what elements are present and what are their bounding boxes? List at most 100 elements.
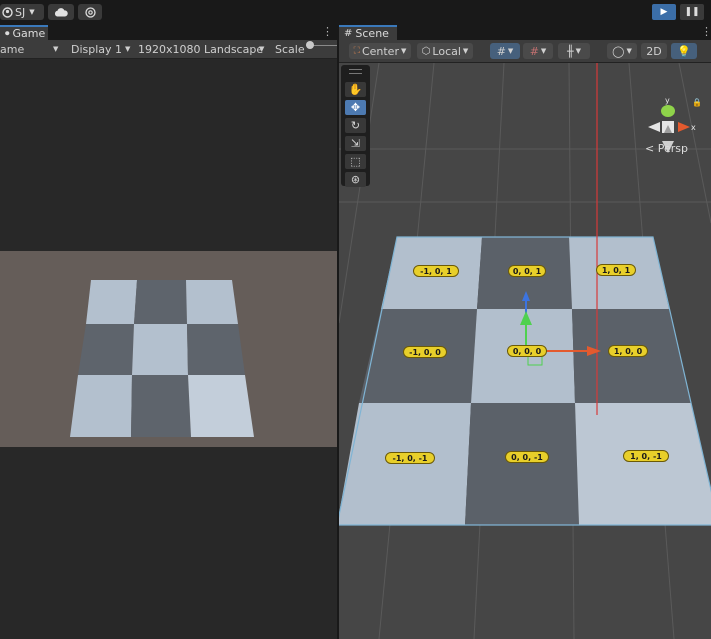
pivot-icon: ⛶ — [353, 46, 360, 56]
scene-toolbar: ⛶ Center ▼ ⬡ Local ▼ # ▼ # ▼ ╫ ▼ ◯ ▼ 2D 💡 — [339, 40, 711, 63]
chevron-down-icon: ▼ — [53, 45, 59, 53]
game-checkerboard — [70, 280, 254, 437]
tile-label: 1, 0, 1 — [596, 264, 636, 276]
pause-button[interactable]: ❚❚ — [680, 4, 704, 20]
cube-icon: ⬡ — [421, 45, 431, 57]
game-tile — [132, 324, 188, 375]
chevron-down-icon: ▼ — [462, 47, 469, 55]
chevron-down-icon: ▼ — [575, 47, 581, 55]
gizmo-y-label: y — [665, 96, 670, 105]
scene-checkerboard — [339, 236, 711, 526]
game-mode-dropdown[interactable]: ame — [0, 43, 24, 56]
game-tab-menu[interactable]: ⋮ — [322, 25, 333, 38]
scale-label: Scale — [275, 42, 305, 56]
grid-snap-icon: # — [496, 44, 506, 58]
collab-button[interactable] — [78, 4, 102, 20]
chevron-down-icon: ▼ — [400, 47, 407, 55]
scale-tool[interactable]: ⇲ — [345, 136, 366, 151]
gizmo-x-cone[interactable] — [678, 122, 690, 132]
collab-icon — [84, 6, 96, 18]
game-tile — [131, 375, 191, 437]
scene-tab-row: # Scene ⋮ — [339, 24, 711, 40]
tile-label: 1, 0, 0 — [608, 345, 648, 357]
space-local-dropdown[interactable]: ⬡ Local ▼ — [417, 43, 473, 59]
snap-toggle-button[interactable]: # ▼ — [523, 43, 553, 59]
projection-label[interactable]: < Persp — [645, 142, 688, 155]
game-tab-row: ⏺ Game ⋮ — [0, 24, 337, 40]
game-tile — [188, 375, 254, 437]
lock-icon[interactable]: 🔒 — [692, 98, 702, 107]
rotate-tool[interactable]: ↻ — [345, 118, 366, 133]
increment-snap-icon: ╫ — [566, 44, 574, 58]
tab-game[interactable]: ⏺ Game — [0, 25, 48, 40]
tile-label: -1, 0, -1 — [385, 452, 435, 464]
game-tile — [186, 280, 238, 324]
draw-mode-dropdown[interactable]: ◯ ▼ — [607, 43, 637, 59]
chevron-down-icon: ▼ — [29, 8, 35, 16]
account-initials: SJ — [15, 5, 26, 19]
scale-slider-handle[interactable] — [306, 41, 314, 49]
tab-game-label: Game — [12, 27, 46, 40]
play-button[interactable]: ▶ — [652, 4, 676, 20]
account-dropdown[interactable]: SJ ▼ — [0, 4, 44, 20]
chevron-down-icon: ▼ — [626, 47, 632, 55]
game-panel: ⏺ Game ⋮ ame ▼ Display 1 ▼ 1920x1080 Lan… — [0, 24, 337, 639]
play-icon: ▶ — [660, 7, 668, 17]
drag-handle[interactable] — [349, 69, 362, 74]
grid-toggle-button[interactable]: # ▼ — [490, 43, 520, 59]
gizmo-y-cone[interactable] — [661, 105, 675, 117]
pivot-center-dropdown[interactable]: ⛶ Center ▼ — [349, 43, 411, 59]
rotate-icon: ↻ — [350, 119, 361, 132]
chevron-down-icon: ▼ — [125, 45, 131, 53]
move-tool[interactable]: ✥ — [345, 100, 366, 115]
game-tile — [86, 280, 137, 324]
tile-label: 0, 0, -1 — [505, 451, 549, 463]
snap-icon: # — [529, 44, 539, 58]
game-tile — [78, 324, 134, 375]
resolution-dropdown[interactable]: 1920x1080 Landscape — [138, 43, 263, 56]
gizmo-neg-x-cone[interactable] — [648, 122, 660, 132]
game-view — [0, 59, 337, 639]
game-icon: ⏺ — [5, 28, 10, 39]
increment-snap-button[interactable]: ╫ ▼ — [558, 43, 590, 59]
hand-icon: ✋ — [348, 83, 363, 96]
pause-icon: ❚❚ — [684, 7, 700, 17]
draw-mode-icon: ◯ — [612, 44, 625, 58]
chevron-down-icon: ▼ — [507, 47, 514, 55]
game-tile — [134, 280, 187, 324]
transform-tool[interactable]: ⊛ — [345, 172, 366, 187]
cloud-button[interactable] — [48, 4, 74, 20]
scene-grid-icon: # — [344, 28, 353, 39]
tile-label: 1, 0, -1 — [623, 450, 669, 462]
tile-label: -1, 0, 1 — [413, 265, 459, 277]
scene-tile — [465, 403, 579, 525]
rect-icon: ⬚ — [350, 155, 361, 168]
tab-scene[interactable]: # Scene — [339, 25, 397, 40]
top-toolbar: SJ ▼ ▶ ❚❚ — [0, 0, 711, 24]
tile-label: -1, 0, 0 — [403, 346, 447, 358]
display-dropdown[interactable]: Display 1 — [71, 43, 122, 56]
scale-icon: ⇲ — [350, 137, 361, 150]
lightbulb-icon: 💡 — [677, 44, 691, 58]
game-tile — [187, 324, 245, 375]
chevron-down-icon: ▼ — [540, 47, 547, 55]
rect-tool[interactable]: ⬚ — [345, 154, 366, 169]
lighting-toggle[interactable]: 💡 — [671, 43, 697, 59]
move-icon: ✥ — [350, 101, 361, 114]
transform-icon: ⊛ — [350, 173, 361, 186]
tile-label: 0, 0, 1 — [508, 265, 546, 277]
gizmo-x-label: x — [691, 123, 696, 132]
scene-tile — [575, 403, 711, 525]
game-render — [0, 251, 337, 447]
game-toolbar: ame ▼ Display 1 ▼ 1920x1080 Landscape ▼ … — [0, 40, 337, 59]
tab-scene-label: Scene — [355, 27, 389, 40]
game-tile — [70, 375, 132, 437]
scene-panel: # Scene ⋮ ⛶ Center ▼ ⬡ Local ▼ # ▼ # ▼ ╫ ▼ … — [339, 24, 711, 639]
cloud-icon — [54, 7, 68, 17]
scene-tab-menu[interactable]: ⋮ — [701, 25, 711, 38]
scene-view[interactable]: y x 🔒 ✋ ✥ ↻ ⇲ ⬚ ⊛ < Persp -1, 0, 1 0, 0,… — [339, 63, 711, 639]
tools-overlay: ✋ ✥ ↻ ⇲ ⬚ ⊛ — [341, 65, 370, 187]
mode-2d-toggle[interactable]: 2D — [641, 43, 667, 59]
hand-tool[interactable]: ✋ — [345, 82, 366, 97]
chevron-down-icon: ▼ — [259, 45, 265, 53]
